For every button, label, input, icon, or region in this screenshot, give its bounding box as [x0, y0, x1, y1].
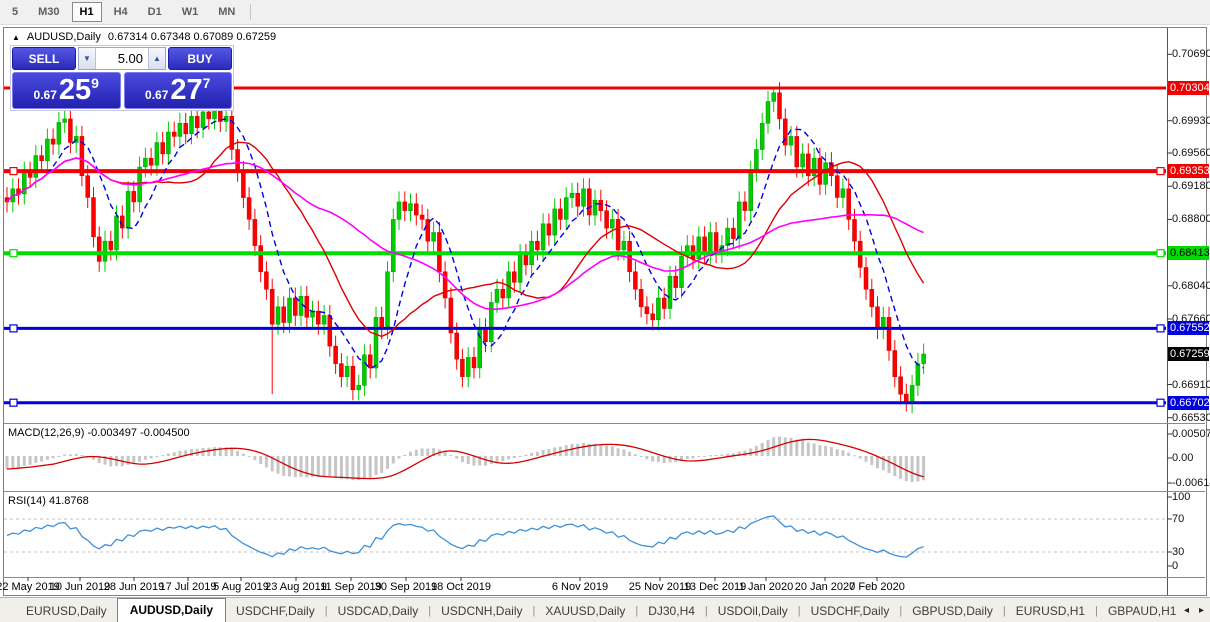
- chart-title: AUDUSD,Daily: [26, 31, 101, 43]
- price-tick-label: 0.69560: [1172, 147, 1210, 159]
- date-axis-label: 10 Jun 2019: [49, 581, 111, 593]
- chart-tab-xauusd-daily[interactable]: XAUUSD,Daily: [535, 601, 635, 622]
- chart-tab-usdchf-daily[interactable]: USDCHF,Daily: [801, 601, 900, 622]
- timeframe-button-d1[interactable]: D1: [140, 2, 170, 22]
- sell-button[interactable]: SELL: [12, 47, 76, 70]
- chart-tab-eurusd-daily[interactable]: EURUSD,Daily: [16, 601, 117, 622]
- price-tick-label: 0.68040: [1172, 280, 1210, 292]
- price-level-badge: 0.67552: [1168, 321, 1210, 335]
- one-click-trading-panel: SELL ▼ ▲ BUY 0.67 25 9 0.67 27 7: [10, 45, 234, 111]
- toolbar-divider: [250, 4, 252, 20]
- chart-header: ▲ AUDUSD,Daily 0.67314 0.67348 0.67089 0…: [12, 31, 276, 43]
- macd-indicator-label: MACD(12,26,9) -0.003497 -0.004500: [8, 427, 190, 439]
- timeframe-button-h1[interactable]: H1: [71, 2, 102, 22]
- rsi-tick-label: 0: [1172, 560, 1179, 572]
- sell-price-big: 25: [58, 74, 92, 106]
- date-axis-label: 13 Dec 2019: [683, 581, 747, 593]
- timeframe-button-5[interactable]: 5: [4, 2, 26, 22]
- volume-stepper: ▼ ▲: [78, 47, 166, 70]
- date-axis-label: 23 Aug 2019: [265, 581, 327, 593]
- price-tick-label: 0.66530: [1172, 412, 1210, 424]
- chart-window: [3, 27, 1207, 596]
- chart-tabs-bar: EURUSD,Daily AUDUSD,Daily USDCHF,Daily | USD…: [0, 597, 1210, 622]
- timeframe-toolbar: 5 M30 H1 H4 D1 W1 MN: [0, 0, 1210, 25]
- timeframe-button-m30[interactable]: M30: [30, 2, 67, 22]
- volume-input[interactable]: [96, 48, 148, 69]
- macd-tick-label: 0.00: [1172, 452, 1194, 464]
- chart-tab-dj30-h4[interactable]: DJ30,H4: [638, 601, 705, 622]
- buy-price-big: 27: [170, 74, 203, 106]
- date-axis-label: 6 Nov 2019: [551, 581, 609, 593]
- chart-ohlc-values: 0.67314 0.67348 0.67089 0.67259: [107, 31, 277, 43]
- tab-scroll-buttons: ◂ ▸: [1184, 606, 1204, 616]
- price-tick-label: 0.68800: [1172, 213, 1210, 225]
- chart-tab-usdchf-daily[interactable]: USDCHF,Daily: [226, 601, 325, 622]
- macd-tick-label: 0.005076: [1172, 428, 1210, 440]
- chart-tab-audusd-daily[interactable]: AUDUSD,Daily: [116, 598, 227, 622]
- chart-tab-usdcad-daily[interactable]: USDCAD,Daily: [328, 601, 429, 622]
- date-axis-label: 20 Jan 2020: [794, 581, 856, 593]
- timeframe-button-h4[interactable]: H4: [106, 2, 136, 22]
- price-tick-label: 0.69180: [1172, 180, 1210, 192]
- price-level-badge: 0.66702: [1168, 396, 1210, 410]
- chart-tab-gbpaud-h1[interactable]: GBPAUD,H1: [1098, 601, 1186, 622]
- date-axis-label: 1 Jan 2020: [738, 581, 794, 593]
- buy-price-display[interactable]: 0.67 27 7: [123, 72, 232, 109]
- rsi-indicator-label: RSI(14) 41.8768: [8, 495, 89, 507]
- buy-price-sup: 7: [202, 75, 211, 91]
- sell-price-display[interactable]: 0.67 25 9: [12, 72, 121, 109]
- rsi-tick-label: 70: [1172, 513, 1185, 525]
- chart-tab-usdcnh-daily[interactable]: USDCNH,Daily: [431, 601, 532, 622]
- volume-decrease-icon[interactable]: ▼: [79, 48, 96, 69]
- date-axis-label: 11 Sep 2019: [320, 581, 382, 593]
- chart-tab-gbpusd-daily[interactable]: GBPUSD,Daily: [902, 601, 1003, 622]
- price-level-badge: 0.69353: [1168, 164, 1210, 178]
- macd-tick-label: -0.006148: [1172, 477, 1210, 489]
- date-axis-label: 30 Sep 2019: [374, 581, 438, 593]
- date-axis-label: 17 Jul 2019: [159, 581, 217, 593]
- price-level-badge: 0.68413: [1168, 246, 1210, 260]
- sell-price-prefix: 0.67: [33, 87, 57, 102]
- price-tick-label: 0.70690: [1172, 48, 1210, 60]
- date-axis-label: 28 Jun 2019: [103, 581, 165, 593]
- current-price-badge: 0.67259: [1168, 347, 1210, 361]
- volume-increase-icon[interactable]: ▲: [148, 48, 165, 69]
- buy-button[interactable]: BUY: [168, 47, 232, 70]
- rsi-tick-label: 100: [1172, 491, 1191, 503]
- date-axis-label: 7 Feb 2020: [849, 581, 905, 593]
- price-tick-label: 0.69930: [1172, 115, 1210, 127]
- sell-price-sup: 9: [91, 75, 99, 91]
- timeframe-button-mn[interactable]: MN: [210, 2, 243, 22]
- chart-tab-usdoil-daily[interactable]: USDOil,Daily: [708, 601, 798, 622]
- rsi-tick-label: 30: [1172, 546, 1185, 558]
- price-tick-label: 0.66910: [1172, 379, 1210, 391]
- tab-scroll-right-icon[interactable]: ▸: [1199, 606, 1204, 616]
- collapse-chart-icon[interactable]: ▲: [12, 33, 20, 42]
- mt4-terminal: 5 M30 H1 H4 D1 W1 MN ▲ AUDUSD,Daily 0.67314 0.…: [0, 0, 1210, 622]
- date-axis-label: 25 Nov 2019: [628, 581, 692, 593]
- chart-tab-eurusd-h1[interactable]: EURUSD,H1: [1006, 601, 1095, 622]
- price-level-badge: 0.70304: [1168, 81, 1210, 95]
- date-axis-label: 18 Oct 2019: [431, 581, 491, 593]
- buy-price-prefix: 0.67: [145, 87, 169, 102]
- timeframe-button-w1[interactable]: W1: [174, 2, 207, 22]
- date-axis-label: 5 Aug 2019: [213, 581, 269, 593]
- tab-scroll-left-icon[interactable]: ◂: [1184, 606, 1189, 616]
